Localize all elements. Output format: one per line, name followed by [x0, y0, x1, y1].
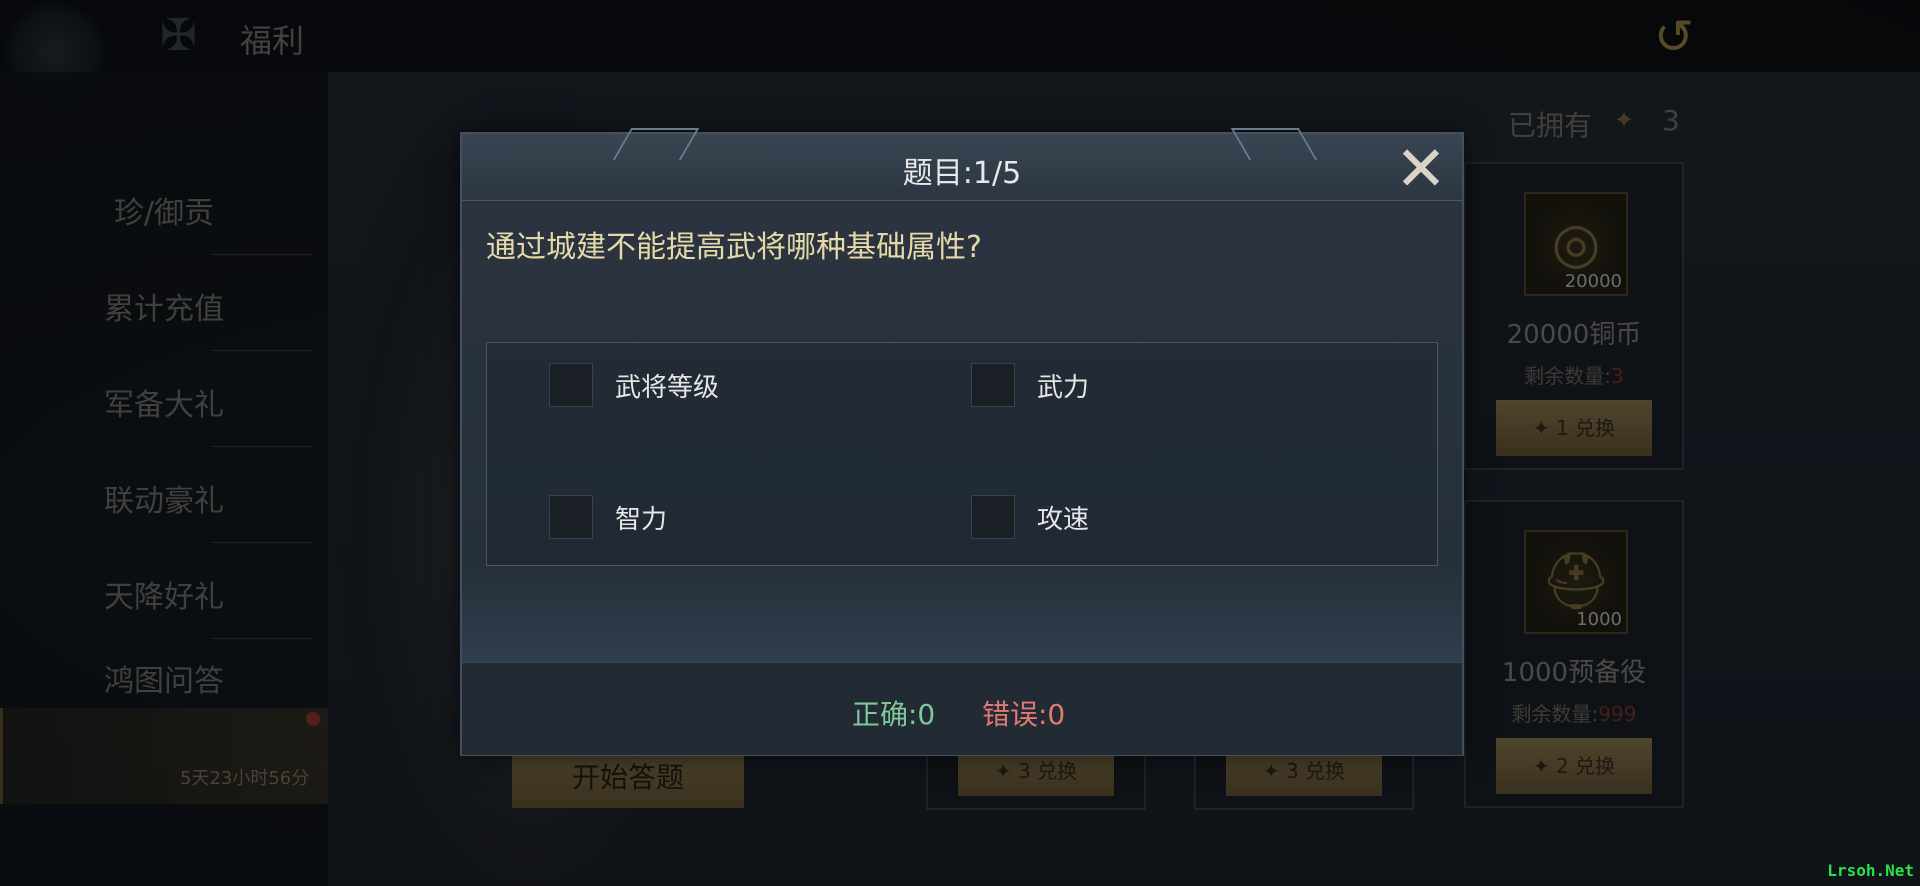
option-label: 武将等级: [615, 373, 720, 403]
checkbox[interactable]: [549, 495, 593, 539]
wrong-count: 错误:0: [982, 698, 1066, 731]
checkbox[interactable]: [971, 363, 1015, 407]
option-label: 武力: [1037, 373, 1090, 403]
options-box: 武将等级 武力 智力 攻速: [486, 342, 1438, 566]
dialog-header: 题目:1/5: [462, 128, 1462, 201]
checkbox[interactable]: [549, 363, 593, 407]
quiz-dialog: 题目:1/5 ✕ 通过城建不能提高武将哪种基础属性? 武将等级 武力 智力 攻速…: [460, 128, 1464, 756]
question-text: 通过城建不能提高武将哪种基础属性?: [486, 230, 982, 265]
close-icon[interactable]: ✕: [1388, 136, 1454, 202]
checkbox[interactable]: [971, 495, 1015, 539]
correct-count: 正确:0: [852, 698, 936, 731]
dialog-footer: 正确:0 错误:0: [462, 662, 1462, 755]
option-label: 智力: [615, 505, 668, 535]
dialog-title: 题目:1/5: [902, 156, 1022, 191]
watermark: Lrsoh.Net: [1827, 861, 1914, 880]
option-label: 攻速: [1037, 505, 1090, 535]
